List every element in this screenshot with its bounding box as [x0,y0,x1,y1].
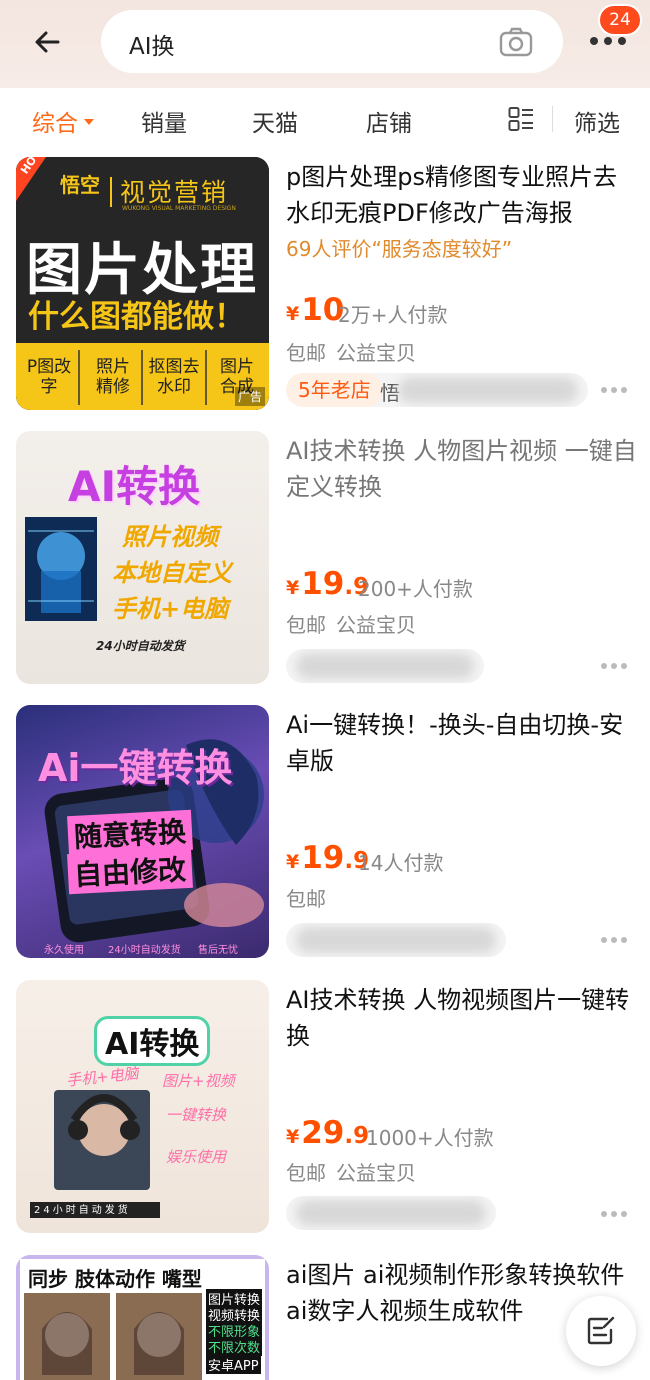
shop-pill[interactable] [286,649,484,683]
thumb-line: 图片+视频 [162,1072,235,1090]
sales-count: 2万+人付款 [338,303,448,327]
shop-pill[interactable] [286,1196,496,1230]
brand-logo: 悟空 [60,173,100,197]
thumb-line: 照片视频 [122,523,218,551]
sales-count: 14人付款 [358,851,444,875]
service-label: 抠图去水印 [148,357,200,397]
tab-tmall[interactable]: 天猫 [252,104,298,138]
search-query[interactable]: AI换 [129,27,175,61]
top-bar: AI换 24 [0,0,650,88]
thumb-subline: 什么图都能做！ [28,299,245,335]
thumb-tag: 不限次数 [206,1337,263,1356]
tab-shops[interactable]: 店铺 [366,104,412,138]
thumb-headline: AI转换 [68,462,201,511]
thumb-tag: 安卓APP [206,1355,261,1374]
tag-free-shipping: 包邮 [286,887,326,911]
feedback-button[interactable] [566,1296,636,1366]
shop-name-initial: 悟 [380,381,400,405]
shop-pill[interactable] [286,923,506,957]
thumb-footer: 售后无忧 [198,945,238,956]
thumb-footer: 24小时自动发货 [34,1205,131,1216]
tab-label: 综合 [32,111,78,137]
camera-icon[interactable] [499,26,533,58]
product-card[interactable]: HOT 悟空 视觉营销 WUKONG VISUAL MARKETING DESI… [0,157,650,431]
product-card[interactable]: 同步 肢体动作 嘴型 图片转换 视频转换 不限形象 不限次数 安卓APP ai图… [0,1255,650,1380]
thumb-headline: Ai一键转换 [38,746,233,790]
caret-down-icon [84,118,94,125]
thumb-footer: 24小时自动发货 [96,639,185,653]
product-image[interactable]: Ai一键转换 随意转换 自由修改 永久使用 24小时自动发货 售后无忧 [16,705,269,958]
shop-age-badge: 5年老店 [286,373,383,407]
more-dots-icon[interactable] [600,662,628,670]
product-image[interactable]: AI转换 照片视频 本地自定义 手机+电脑 24小时自动发货 [16,431,269,684]
product-card[interactable]: AI转换 照片视频 本地自定义 手机+电脑 24小时自动发货 AI技术转换 人物… [0,431,650,705]
service-tags: 包邮 公益宝贝 [286,609,426,638]
ad-label: 广告 [234,387,265,406]
brand-subtitle: WUKONG VISUAL MARKETING DESIGN [122,205,236,212]
product-price: ¥10 [286,292,345,328]
search-box[interactable]: AI换 [101,10,563,73]
service-label: P图改字 [26,357,72,397]
sales-count: 200+人付款 [358,577,473,601]
tab-filter[interactable]: 筛选 [574,104,620,138]
sales-count: 1000+人付款 [366,1126,494,1150]
tag-free-shipping: 包邮 [286,1161,326,1185]
tab-comprehensive[interactable]: 综合 [32,104,94,138]
tab-sales[interactable]: 销量 [141,104,187,138]
blurred-shop-name [296,653,474,679]
thumb-line: 本地自定义 [112,559,232,587]
product-price: ¥29.9 [286,1115,370,1151]
message-count-badge: 24 [598,4,642,36]
product-price: ¥19.9 [286,840,370,876]
service-tags: 包邮 [286,883,336,912]
tag-charity: 公益宝贝 [336,1161,416,1185]
divider [552,106,553,132]
product-title[interactable]: AI技术转换 人物视频图片一键转换 [286,982,638,1054]
product-title[interactable]: AI技术转换 人物图片视频 一键自定义转换 [286,433,638,505]
review-summary: 69人评价“服务态度较好” [286,237,513,261]
tag-charity: 公益宝贝 [336,613,416,637]
product-image[interactable]: 同步 肢体动作 嘴型 图片转换 视频转换 不限形象 不限次数 安卓APP [16,1255,269,1380]
tag-free-shipping: 包邮 [286,613,326,637]
more-dots-icon[interactable] [600,936,628,944]
blurred-shop-name [296,927,496,953]
more-dots-icon[interactable] [600,1210,628,1218]
price-integer: 19 [301,840,345,876]
product-image[interactable]: HOT 悟空 视觉营销 WUKONG VISUAL MARKETING DESI… [16,157,269,410]
thumb-line: 娱乐使用 [166,1148,227,1166]
back-arrow-icon[interactable] [28,22,68,62]
tag-free-shipping: 包邮 [286,341,326,365]
thumb-line: 手机+电脑 [112,595,229,623]
list-view-icon[interactable] [508,106,534,132]
thumb-line: 一键转换 [166,1106,227,1124]
blurred-shop-name [398,377,578,403]
price-integer: 19 [301,566,345,602]
brand-name: 视觉营销 [120,178,229,207]
service-label: 照片精修 [96,357,130,397]
price-integer: 29 [301,1115,345,1151]
thumb-headline: AI转换 [94,1016,211,1066]
thumb-footer: 24小时自动发货 [108,945,181,956]
product-title[interactable]: Ai一键转换！-换头-自由切换-安卓版 [286,707,638,779]
service-tags: 包邮 公益宝贝 [286,337,426,366]
product-card[interactable]: Ai一键转换 随意转换 自由修改 永久使用 24小时自动发货 售后无忧 Ai一键… [0,705,650,979]
shop-pill[interactable]: 5年老店 悟 [286,373,588,407]
edit-note-icon [587,1316,615,1345]
product-image[interactable]: AI转换 手机+电脑 图片+视频 一键转换 娱乐使用 24小时自动发货 [16,980,269,1233]
product-price: ¥19.9 [286,566,370,602]
blurred-shop-name [296,1200,486,1226]
more-dots-icon[interactable] [600,386,628,394]
filter-tabs: 综合 销量 天猫 店铺 筛选 [0,88,650,148]
product-title[interactable]: p图片处理ps精修图专业照片去水印无痕PDF修改广告海报 [286,159,638,231]
thumb-footer: 永久使用 [44,945,84,956]
product-card[interactable]: AI转换 手机+电脑 图片+视频 一键转换 娱乐使用 24小时自动发货 AI技术… [0,980,650,1254]
thumb-line: 自由修改 [67,847,193,895]
tag-charity: 公益宝贝 [336,341,416,365]
thumb-headline: 同步 肢体动作 嘴型 [28,1267,202,1291]
service-tags: 包邮 公益宝贝 [286,1157,426,1186]
